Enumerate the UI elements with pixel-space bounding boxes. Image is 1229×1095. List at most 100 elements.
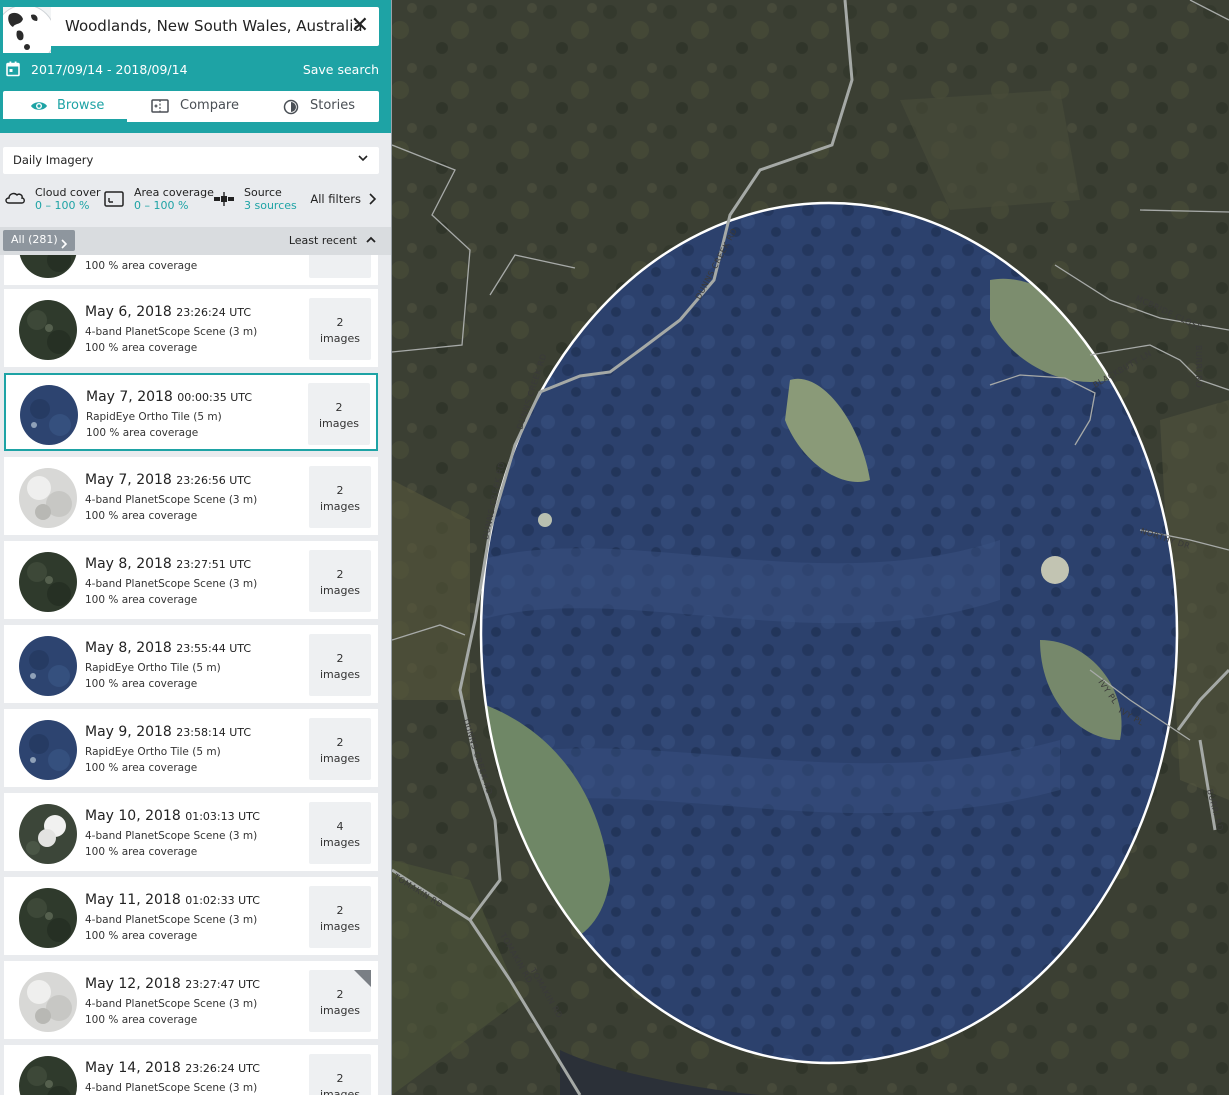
image-count-unit: images [320,1088,360,1095]
scene-thumbnail [19,1056,77,1095]
scene-coverage: 100 % area coverage [85,762,198,774]
calendar-icon[interactable] [6,61,20,80]
image-count: 2 [336,736,344,749]
results-list: 100 % area coverage May 6, 2018 23:26:24 … [0,255,391,1095]
source-value: 3 sources [244,199,297,212]
results-sort-bar: All (281) Least recent [0,227,391,255]
tab-compare-label: Compare [180,98,239,113]
chevron-down-icon [357,152,369,167]
result-card[interactable]: May 9, 2018 23:58:14 UTC RapidEye Ortho T… [4,709,378,787]
compare-icon [151,99,169,113]
scene-date: May 14, 2018 23:26:24 UTC [85,1060,260,1076]
scene-coverage: 100 % area coverage [85,594,198,606]
area-coverage-title: Area coverage [134,186,214,199]
filter-bar: Cloud cover 0 – 100 % Area coverage 0 – … [0,183,391,215]
scene-thumbnail [20,385,78,445]
source-filter[interactable]: Source 3 sources [214,183,300,215]
scene-type: RapidEye Ortho Tile (5 m) [85,662,221,674]
image-count-button[interactable]: 2 images [309,1054,371,1095]
imagery-type-value: Daily Imagery [13,153,94,167]
image-count-button[interactable]: 2 images [309,466,371,528]
result-card[interactable]: 100 % area coverage [4,255,378,285]
image-count: 2 [336,904,344,917]
image-count: 4 [336,820,344,833]
image-count-unit: images [320,920,360,933]
image-count-button[interactable]: 2 images [309,718,371,780]
cloud-cover-value: 0 – 100 % [35,199,90,212]
stories-icon [283,99,299,115]
flag-icon[interactable] [354,970,371,987]
chevron-right-icon [367,193,377,208]
image-count-button[interactable]: 2 images [308,383,370,445]
tab-compare[interactable]: Compare [127,91,253,122]
area-coverage-filter[interactable]: Area coverage 0 – 100 % [104,183,214,215]
close-icon[interactable]: ✕ [351,13,369,38]
result-card[interactable]: May 8, 2018 23:55:44 UTC RapidEye Ortho T… [4,625,378,703]
image-count-unit: images [320,1004,360,1017]
image-count-button[interactable]: 4 images [309,802,371,864]
scene-type: 4-band PlanetScope Scene (3 m) [85,494,258,506]
tab-stories[interactable]: Stories [253,91,379,122]
scene-date: May 8, 2018 23:27:51 UTC [85,556,252,572]
scene-type: 4-band PlanetScope Scene (3 m) [85,914,258,926]
scene-thumbnail [19,804,77,864]
scene-type: 4-band PlanetScope Scene (3 m) [85,578,258,590]
result-card[interactable]: May 6, 2018 23:26:24 UTC 4-band PlanetSco… [4,289,378,367]
scene-coverage: 100 % area coverage [85,342,198,354]
tab-browse[interactable]: Browse [3,91,127,122]
date-filter-row: 2017/09/14 - 2018/09/14 Save search [0,58,391,82]
image-count-button[interactable] [309,255,371,278]
image-count-unit: images [320,584,360,597]
search-input[interactable]: Woodlands, New South Wales, Australia [65,17,363,35]
results-count: All (281) [11,233,58,246]
map-canvas[interactable]: DUNNS CREEK RD DUNNS CREEK RD DUNNS CREE… [392,0,1229,1095]
scene-date: May 6, 2018 23:26:24 UTC [85,304,252,320]
scene-date: May 11, 2018 01:02:33 UTC [85,892,260,908]
image-count-button[interactable]: 2 images [309,550,371,612]
results-count-pill[interactable]: All (281) [3,230,75,251]
scene-type: 4-band PlanetScope Scene (3 m) [85,830,258,842]
result-card[interactable]: May 14, 2018 23:26:24 UTC 4-band PlanetSc… [4,1045,378,1095]
result-card[interactable]: May 8, 2018 23:27:51 UTC 4-band PlanetSco… [4,541,378,619]
image-count-button[interactable]: 2 images [309,298,371,360]
scene-coverage: 100 % area coverage [86,427,199,439]
scene-date: May 9, 2018 23:58:14 UTC [85,724,252,740]
scene-coverage: 100 % area coverage [85,510,198,522]
image-count-unit: images [320,836,360,849]
imagery-type-select[interactable]: Daily Imagery [3,147,379,174]
scene-thumbnail [19,720,77,780]
image-count: 2 [336,988,344,1001]
scene-thumbnail [19,468,77,528]
scene-coverage: 100 % area coverage [85,846,198,858]
cloud-cover-filter[interactable]: Cloud cover 0 – 100 % [4,183,101,215]
image-count-unit: images [320,500,360,513]
sort-order-button[interactable]: Least recent [289,234,357,247]
result-card[interactable]: May 7, 2018 23:26:56 UTC 4-band PlanetSco… [4,457,378,535]
image-count: 2 [336,1072,344,1085]
mode-tabs: Browse Compare Stories [3,91,379,122]
source-title: Source [244,186,282,199]
image-count-unit: images [320,668,360,681]
map[interactable]: DUNNS CREEK RD DUNNS CREEK RD DUNNS CREE… [392,0,1229,1095]
result-card[interactable]: May 7, 2018 00:00:35 UTC RapidEye Ortho T… [4,373,378,451]
scene-date: May 8, 2018 23:55:44 UTC [85,640,252,656]
result-card[interactable]: May 10, 2018 01:03:13 UTC 4-band PlanetSc… [4,793,378,871]
save-search-button[interactable]: Save search [303,62,379,77]
scene-type: 4-band PlanetScope Scene (3 m) [85,998,258,1010]
globe-icon [3,7,51,53]
scene-thumbnail [19,888,77,948]
result-card[interactable]: May 11, 2018 01:02:33 UTC 4-band PlanetSc… [4,877,378,955]
sidebar: Woodlands, New South Wales, Australia ✕ … [0,0,392,1095]
scene-thumbnail [19,300,77,360]
all-filters-button[interactable]: All filters [310,192,361,206]
area-icon [104,191,124,207]
cloud-cover-title: Cloud cover [35,186,101,199]
image-count-button[interactable]: 2 images [309,634,371,696]
date-range[interactable]: 2017/09/14 - 2018/09/14 [31,62,188,77]
scene-type: RapidEye Ortho Tile (5 m) [85,746,221,758]
image-count: 2 [335,401,343,414]
result-card[interactable]: May 12, 2018 23:27:47 UTC 4-band PlanetSc… [4,961,378,1039]
search-box[interactable]: Woodlands, New South Wales, Australia ✕ [3,7,379,53]
tab-stories-label: Stories [310,98,356,113]
image-count-button[interactable]: 2 images [309,886,371,948]
